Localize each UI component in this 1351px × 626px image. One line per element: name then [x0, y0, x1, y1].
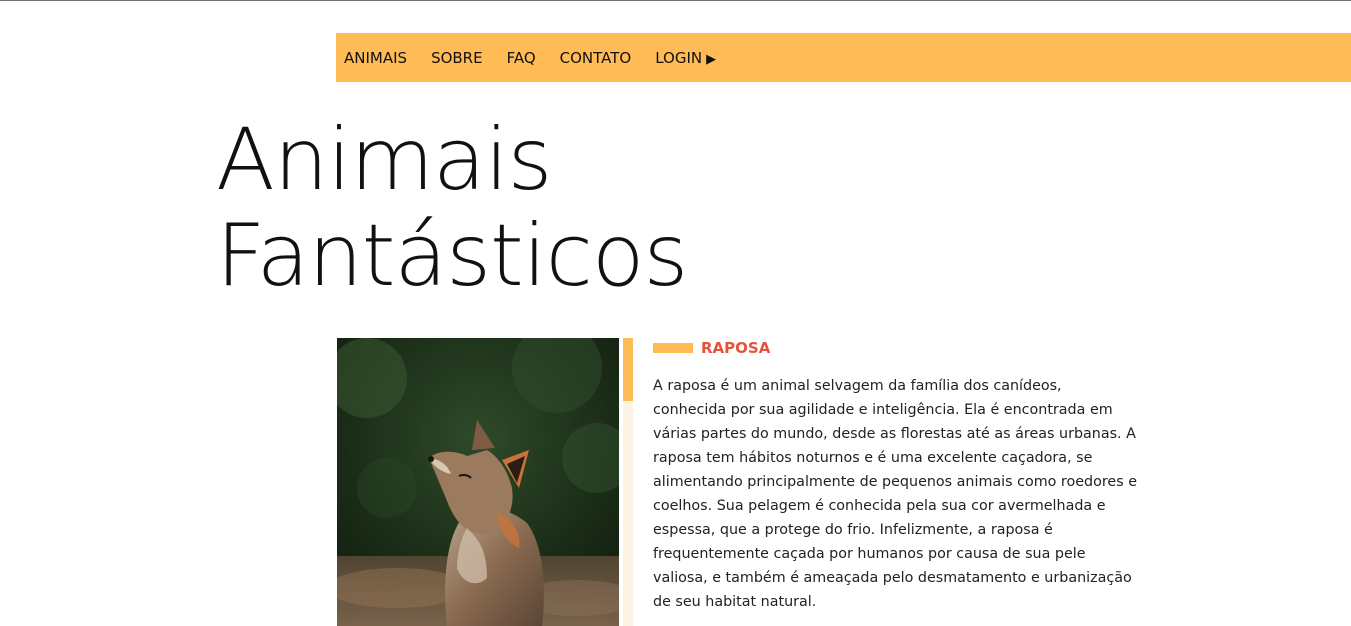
- scrollbar-thumb[interactable]: [623, 338, 633, 401]
- animal-name-heading: RAPOSA: [701, 339, 771, 357]
- nav-link-label: CONTATO: [559, 48, 632, 67]
- section-heading: RAPOSA: [653, 338, 1143, 358]
- fox-illustration: [337, 338, 619, 626]
- nav-link-label: FAQ: [506, 48, 536, 67]
- animal-description-section: RAPOSA A raposa é um animal selvagem da …: [653, 338, 1143, 614]
- nav-link-contato[interactable]: CONTATO: [560, 49, 632, 67]
- nav-link-label: LOGIN: [655, 48, 703, 67]
- nav-link-animais[interactable]: ANIMAIS: [344, 49, 407, 67]
- fox-photo: [337, 338, 619, 626]
- page-title: Animais Fantásticos: [216, 110, 688, 306]
- animal-description: A raposa é um animal selvagem da família…: [653, 378, 1138, 610]
- nav-link-faq[interactable]: FAQ: [507, 49, 536, 67]
- nav-link-sobre[interactable]: SOBRE: [431, 49, 483, 67]
- image-scrollbar[interactable]: [623, 338, 633, 626]
- heading-accent-bar: [653, 343, 693, 353]
- nav-link-label: SOBRE: [431, 48, 483, 67]
- main-nav: ANIMAIS SOBRE FAQ CONTATO LOGIN ▶: [336, 33, 1351, 82]
- page-title-line-2: Fantásticos: [216, 206, 688, 306]
- top-divider: [0, 0, 1351, 1]
- triangle-right-icon: ▶: [706, 51, 717, 67]
- page-title-line-1: Animais: [216, 110, 552, 210]
- nav-link-login[interactable]: LOGIN ▶: [655, 49, 716, 67]
- nav-link-label: ANIMAIS: [344, 48, 408, 67]
